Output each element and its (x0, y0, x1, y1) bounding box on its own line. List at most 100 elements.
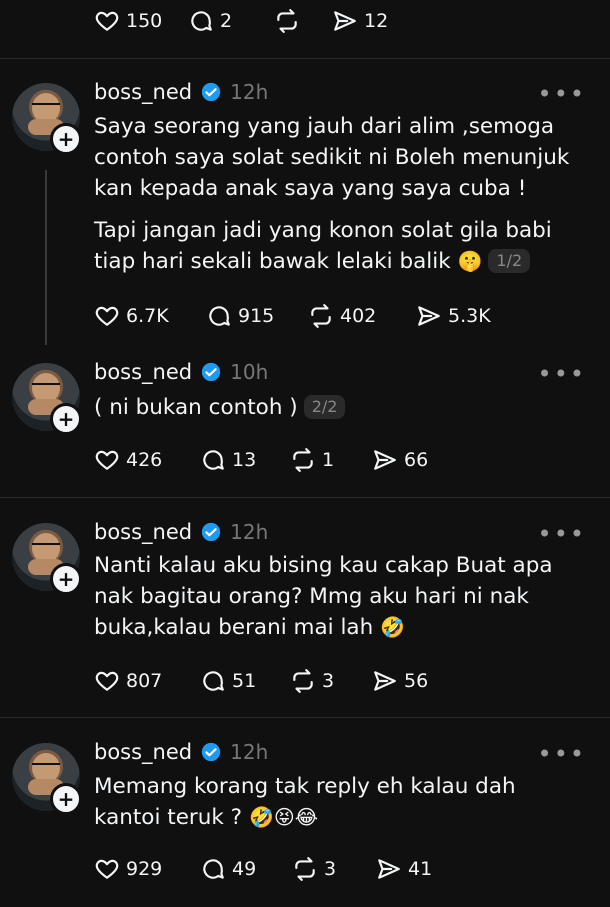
post-text: Tapi jangan jadi yang konon solat gila b… (94, 215, 594, 277)
avatar-glasses (32, 763, 60, 771)
timestamp: 10h (230, 360, 269, 384)
timestamp: 12h (230, 740, 269, 764)
repost-button[interactable] (274, 8, 332, 34)
post-text-paragraph: Nanti kalau aku bising kau cakap Buat ap… (94, 553, 553, 640)
share-count: 5.3K (448, 305, 491, 327)
like-count: 150 (126, 10, 163, 32)
share-icon (374, 450, 396, 470)
verified-badge-icon (201, 82, 221, 102)
share-button[interactable]: 5.3K (416, 303, 491, 329)
repost-count: 1 (322, 449, 335, 471)
share-icon (374, 671, 396, 691)
repost-count: 402 (340, 305, 377, 327)
reply-button[interactable]: 2 (188, 8, 274, 34)
post-stats-row: 426 13 1 66 (94, 445, 428, 475)
follow-plus-icon[interactable]: + (50, 403, 82, 435)
reply-count: 13 (232, 449, 257, 471)
post-text: Memang korang tak reply eh kalau dah kan… (94, 771, 594, 833)
reply-icon (191, 11, 212, 31)
follow-plus-icon[interactable]: + (50, 783, 82, 815)
post-stats-row: 6.7K 915 402 5.3K (94, 301, 491, 331)
like-count: 426 (126, 449, 163, 471)
avatar[interactable]: + (12, 523, 82, 595)
avatar-glasses (32, 103, 60, 111)
repost-button[interactable]: 402 (308, 303, 416, 329)
post-text: Nanti kalau aku bising kau cakap Buat ap… (94, 550, 594, 643)
reply-button[interactable]: 51 (200, 668, 290, 694)
repost-icon (277, 9, 297, 33)
timestamp: 12h (230, 80, 269, 104)
share-count: 12 (364, 10, 389, 32)
verified-badge-icon (201, 362, 221, 382)
follow-plus-icon[interactable]: + (50, 563, 82, 595)
share-count: 41 (408, 858, 433, 880)
post-text-paragraph: Saya seorang yang jauh dari alim ,semoga… (94, 114, 570, 201)
repost-button[interactable]: 1 (290, 447, 372, 473)
reply-icon (203, 671, 224, 691)
avatar[interactable]: + (12, 743, 82, 815)
thread-line (45, 170, 47, 345)
share-button[interactable]: 66 (372, 447, 428, 473)
post-header: boss_ned 12h (94, 77, 268, 107)
reply-count: 49 (232, 858, 257, 880)
repost-button[interactable]: 3 (290, 668, 372, 694)
share-count: 66 (404, 449, 429, 471)
like-count: 6.7K (126, 305, 169, 327)
avatar[interactable]: + (12, 363, 82, 435)
more-options-icon[interactable]: ••• (538, 80, 586, 108)
more-options-icon[interactable]: ••• (538, 360, 586, 388)
like-count: 929 (126, 858, 163, 880)
repost-button[interactable]: 3 (292, 856, 376, 882)
like-button[interactable]: 150 (94, 8, 188, 34)
post-header: boss_ned 12h (94, 737, 268, 767)
reply-button[interactable]: 13 (200, 447, 290, 473)
post-stats-row: 807 51 3 56 (94, 666, 428, 696)
heart-icon (95, 859, 119, 879)
share-button[interactable]: 12 (332, 8, 388, 34)
reply-count: 915 (238, 305, 275, 327)
more-options-icon[interactable]: ••• (538, 740, 586, 768)
reply-button[interactable]: 49 (200, 856, 292, 882)
heart-icon (95, 671, 119, 691)
reply-icon (203, 450, 224, 470)
repost-count: 3 (324, 858, 337, 880)
avatar-glasses (32, 543, 60, 551)
like-button[interactable]: 426 (94, 447, 200, 473)
emoji: 🤣 (380, 615, 405, 639)
repost-icon (293, 448, 313, 472)
thread-pager: 2/2 (303, 395, 346, 419)
like-button[interactable]: 929 (94, 856, 200, 882)
avatar[interactable]: + (12, 83, 82, 155)
timestamp: 12h (230, 520, 269, 544)
post-text: Saya seorang yang jauh dari alim ,semoga… (94, 111, 594, 204)
reply-count: 2 (220, 10, 233, 32)
reply-icon (203, 859, 224, 879)
reply-count: 51 (232, 670, 257, 692)
divider (0, 497, 610, 498)
share-button[interactable]: 56 (372, 668, 428, 694)
follow-plus-icon[interactable]: + (50, 123, 82, 155)
post-stats-row: 929 49 3 41 (94, 854, 432, 884)
verified-badge-icon (201, 742, 221, 762)
emoji: 🤫 (457, 249, 483, 273)
reply-icon (209, 306, 230, 326)
emoji: 🤣😝😂 (248, 805, 319, 829)
like-button[interactable]: 6.7K (94, 303, 206, 329)
share-icon (334, 11, 356, 31)
divider (0, 58, 610, 59)
avatar-glasses (32, 383, 60, 391)
username[interactable]: boss_ned (94, 740, 192, 764)
more-options-icon[interactable]: ••• (538, 520, 586, 548)
heart-icon (95, 306, 119, 326)
repost-icon (295, 857, 315, 881)
post-text: ( ni bukan contoh ) 2/2 (94, 392, 594, 423)
share-button[interactable]: 41 (376, 856, 432, 882)
username[interactable]: boss_ned (94, 360, 192, 384)
reply-button[interactable]: 915 (206, 303, 308, 329)
share-icon (378, 859, 400, 879)
like-button[interactable]: 807 (94, 668, 200, 694)
heart-icon (95, 450, 119, 470)
username[interactable]: boss_ned (94, 80, 192, 104)
top-stats-row: 150 2 12 (94, 6, 388, 36)
username[interactable]: boss_ned (94, 520, 192, 544)
